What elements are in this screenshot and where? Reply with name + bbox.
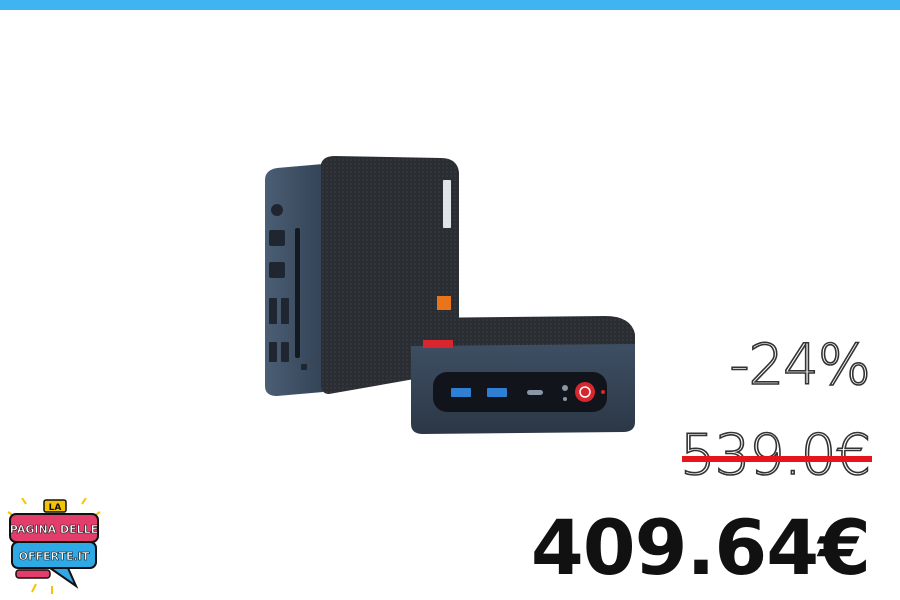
logo-line1: LA [49,503,62,513]
price-block: -24% 539.0€ 409.64€ [510,330,872,592]
discount-percent: -24% [729,333,872,398]
top-accent-bar [0,0,900,10]
speech-bubble-logo-icon: LA PAGINA DELLE OFFERTE.IT [7,497,101,594]
site-logo: LA PAGINA DELLE OFFERTE.IT [6,497,102,596]
current-price: 409.64€ [530,503,871,592]
logo-line2: PAGINA DELLE [10,523,98,536]
strikethrough-line [682,456,872,462]
logo-line3: OFFERTE.IT [19,550,90,563]
